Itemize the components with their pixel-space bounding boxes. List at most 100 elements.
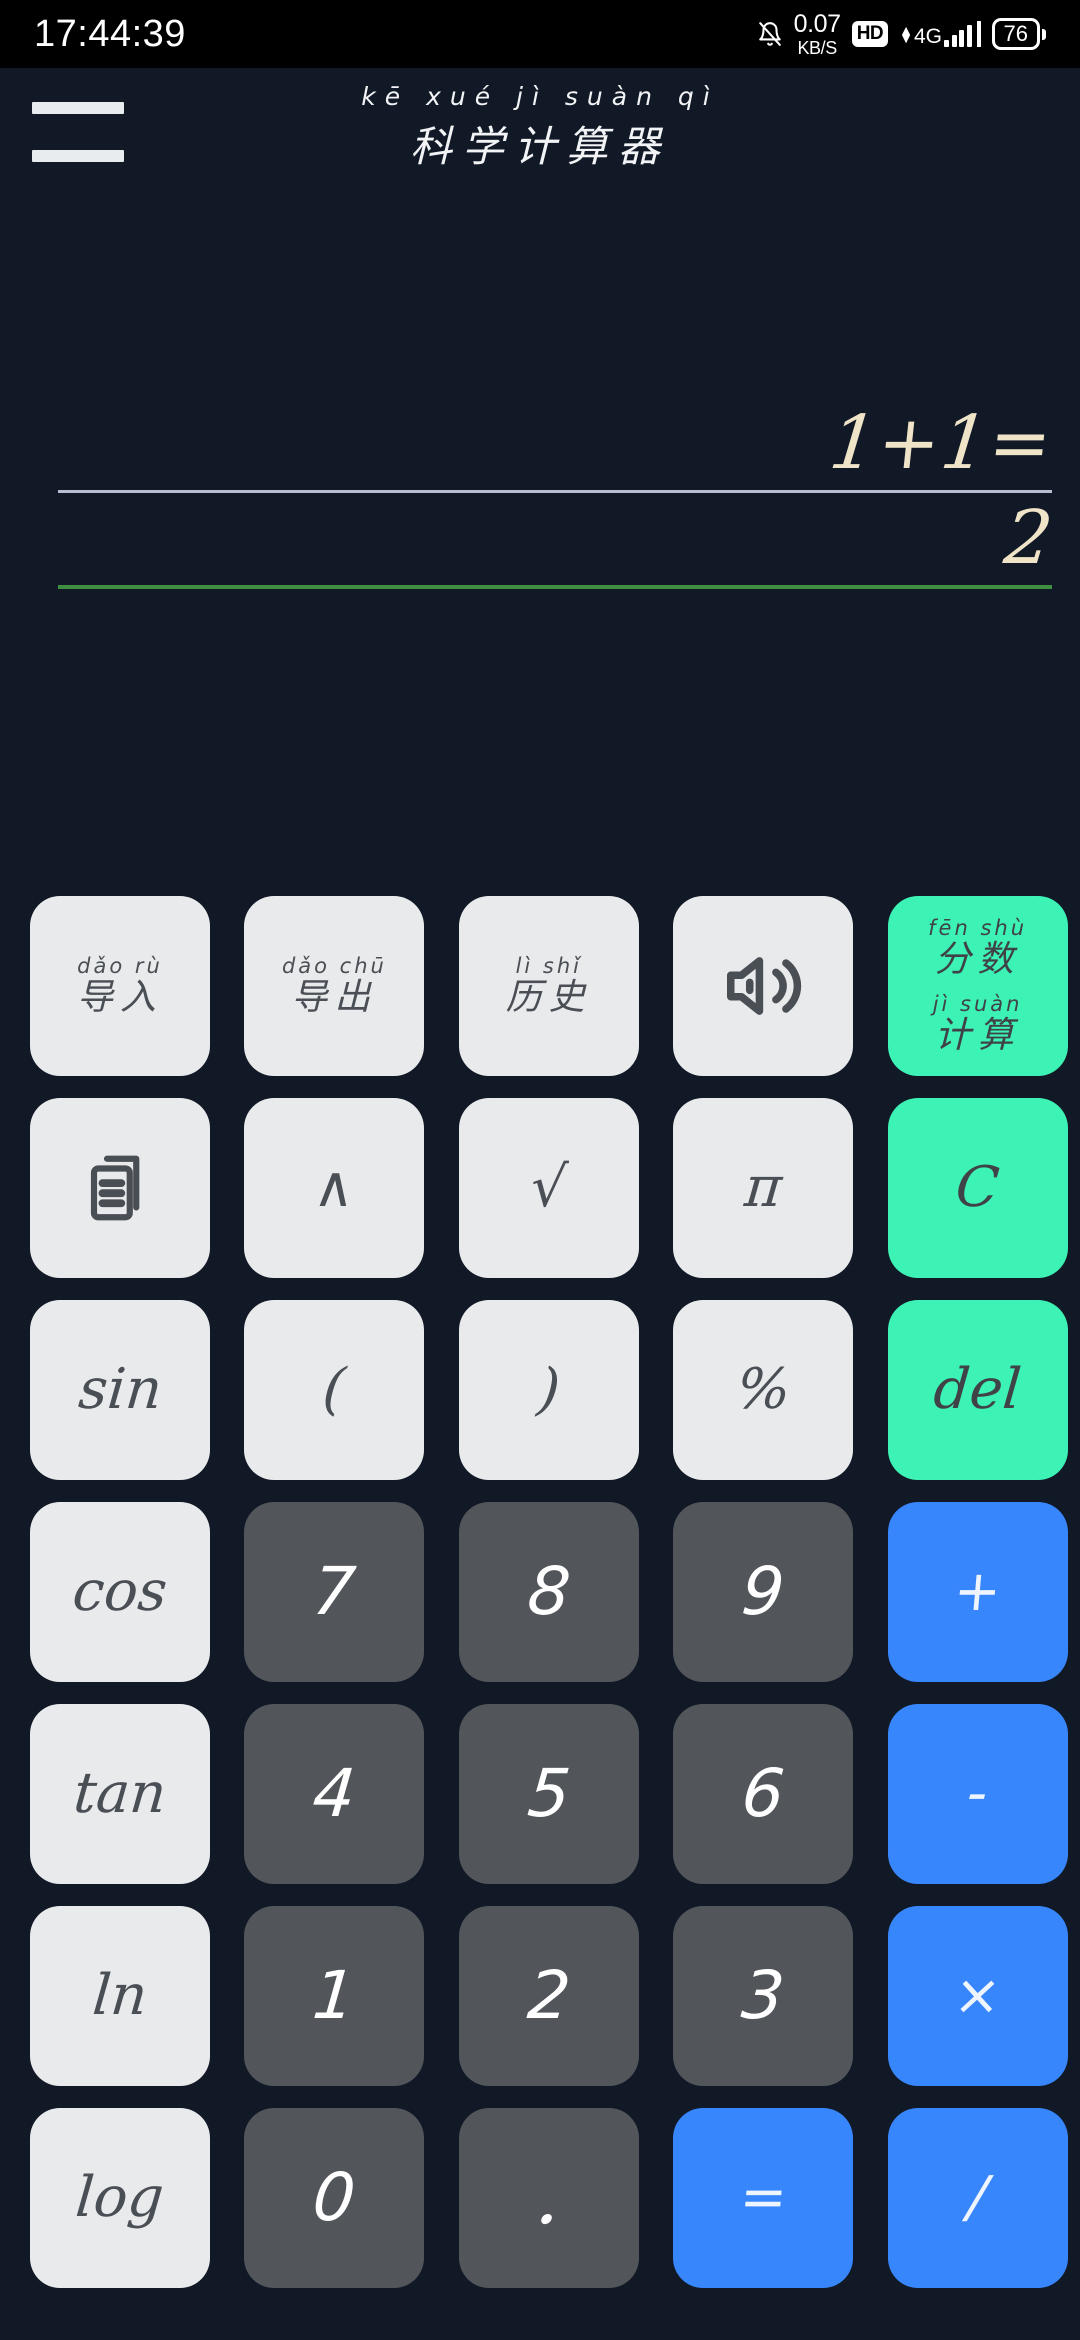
key-percent[interactable]: % xyxy=(673,1300,854,1480)
key-delete[interactable]: del xyxy=(887,1300,1068,1480)
key-label: tan xyxy=(71,1761,169,1826)
key-label: - xyxy=(964,1761,991,1826)
battery-indicator: 76 xyxy=(991,18,1046,50)
key-divide[interactable]: / xyxy=(887,2108,1068,2288)
keypad: dǎo rù 导入 dǎo chū 导出 lì shǐ 历史 fēn shù 分数 jì suà… xyxy=(0,896,1080,2288)
calculator-display[interactable]: 1+1= 2 xyxy=(0,210,1080,870)
expression-text: 1+1= xyxy=(825,400,1057,486)
key-label: lì shǐ 历史 xyxy=(506,956,592,1016)
sim-slot-divider xyxy=(976,21,981,47)
key-label: ∧ xyxy=(311,1155,358,1220)
key-label: π xyxy=(741,1155,785,1220)
key-label: 1 xyxy=(310,1957,359,2034)
label-pinyin: jì suàn xyxy=(932,992,1023,1016)
key-import[interactable]: dǎo rù 导入 xyxy=(30,896,210,1076)
label-pinyin: lì shǐ xyxy=(515,954,582,978)
key-pi[interactable]: π xyxy=(673,1098,854,1278)
key-digit-0[interactable]: 0 xyxy=(244,2108,425,2288)
key-label: 9 xyxy=(738,1553,788,1630)
key-label: 0 xyxy=(310,2159,359,2236)
key-digit-5[interactable]: 5 xyxy=(458,1704,639,1884)
key-paren-open[interactable]: ( xyxy=(244,1300,425,1480)
key-clear[interactable]: C xyxy=(887,1098,1068,1278)
key-plus[interactable]: + xyxy=(887,1502,1068,1682)
key-label: 7 xyxy=(310,1553,359,1630)
speaker-volume-icon xyxy=(720,943,806,1029)
key-label: / xyxy=(965,2165,990,2230)
key-sin[interactable]: sin xyxy=(30,1300,210,1480)
key-digit-3[interactable]: 3 xyxy=(673,1906,854,2086)
data-arrows-icon: ▲ ▼ xyxy=(899,22,913,46)
status-clock: 17:44:39 xyxy=(34,12,186,55)
hd-badge: HD xyxy=(851,21,889,47)
key-equals[interactable]: = xyxy=(673,2108,854,2288)
label-hanzi: 导出 xyxy=(291,977,378,1018)
key-label: dǎo rù 导入 xyxy=(77,956,163,1016)
key-minus[interactable]: - xyxy=(887,1704,1068,1884)
key-label: + xyxy=(951,1559,1004,1624)
network-speed-value: 0.07 xyxy=(793,9,841,38)
signal-bars-icon xyxy=(944,25,972,47)
key-label: 8 xyxy=(524,1553,574,1630)
key-power[interactable]: ∧ xyxy=(244,1098,425,1278)
page-title: kē xué jì suàn qì 科学计算器 xyxy=(0,82,1080,174)
key-digit-1[interactable]: 1 xyxy=(244,1906,425,2086)
battery-cap-icon xyxy=(1042,28,1046,40)
key-multiply[interactable]: × xyxy=(887,1906,1068,2086)
label-group: lì shǐ 历史 xyxy=(506,956,592,1016)
network-type-text: 4G xyxy=(914,25,943,48)
page-title-hanzi: 科学计算器 xyxy=(409,122,670,171)
key-label: 5 xyxy=(524,1755,574,1832)
key-cos[interactable]: cos xyxy=(30,1502,210,1682)
key-label: C xyxy=(953,1155,1002,1220)
label-group: fēn shù 分数 xyxy=(928,918,1027,978)
key-digit-9[interactable]: 9 xyxy=(673,1502,854,1682)
key-label: del xyxy=(931,1357,1024,1422)
battery-level-text: 76 xyxy=(991,18,1040,50)
key-label: sin xyxy=(75,1357,165,1422)
bell-muted-icon xyxy=(757,19,783,49)
key-label: . xyxy=(532,2152,566,2243)
key-digit-7[interactable]: 7 xyxy=(244,1502,425,1682)
key-digit-6[interactable]: 6 xyxy=(673,1704,854,1884)
calculator-app-screen: 17:44:39 0.07 KB/S HD ▲ ▼ 4G 76 kē xué j… xyxy=(0,0,1080,2340)
key-digit-2[interactable]: 2 xyxy=(458,1906,639,2086)
label-pinyin: dǎo rù xyxy=(77,954,163,978)
key-export[interactable]: dǎo chū 导出 xyxy=(244,896,425,1076)
key-label: × xyxy=(951,1963,1004,2028)
key-label: 3 xyxy=(738,1957,788,2034)
label-group: dǎo rù 导入 xyxy=(77,956,163,1016)
label-hanzi: 计算 xyxy=(934,1015,1021,1056)
network-type-label: ▲ ▼ 4G xyxy=(899,22,943,48)
key-label: % xyxy=(733,1357,793,1422)
key-decimal-point[interactable]: . xyxy=(458,2108,639,2288)
key-ln[interactable]: ln xyxy=(30,1906,210,2086)
key-label: 2 xyxy=(524,1957,574,2034)
key-label: ) xyxy=(535,1357,563,1422)
key-paren-close[interactable]: ) xyxy=(458,1300,639,1480)
network-speed-unit: KB/S xyxy=(797,37,837,58)
key-digit-4[interactable]: 4 xyxy=(244,1704,425,1884)
key-label: log xyxy=(73,2165,167,2230)
signal-indicator: ▲ ▼ 4G xyxy=(899,21,981,48)
key-history[interactable]: lì shǐ 历史 xyxy=(458,896,639,1076)
key-copy[interactable] xyxy=(30,1098,210,1278)
result-text: 2 xyxy=(1000,495,1057,581)
key-digit-8[interactable]: 8 xyxy=(458,1502,639,1682)
status-indicators: 0.07 KB/S HD ▲ ▼ 4G 76 xyxy=(757,9,1046,58)
status-bar: 17:44:39 0.07 KB/S HD ▲ ▼ 4G 76 xyxy=(0,0,1080,68)
key-label: dǎo chū 导出 xyxy=(282,956,387,1016)
key-sound[interactable] xyxy=(673,896,854,1076)
key-label: ( xyxy=(320,1357,349,1422)
key-fraction-calc[interactable]: fēn shù 分数 jì suàn 计算 xyxy=(887,896,1068,1076)
key-log[interactable]: log xyxy=(30,2108,210,2288)
label-hanzi: 历史 xyxy=(505,977,592,1018)
key-label: ln xyxy=(90,1963,150,2028)
label-pinyin: fēn shù xyxy=(928,916,1028,940)
key-sqrt[interactable]: √ xyxy=(458,1098,639,1278)
key-tan[interactable]: tan xyxy=(30,1704,210,1884)
label-group: jì suàn 计算 xyxy=(933,994,1023,1054)
page-title-pinyin: kē xué jì suàn qì xyxy=(361,82,719,111)
label-hanzi: 分数 xyxy=(934,939,1021,980)
app-bar: kē xué jì suàn qì 科学计算器 xyxy=(0,68,1080,194)
